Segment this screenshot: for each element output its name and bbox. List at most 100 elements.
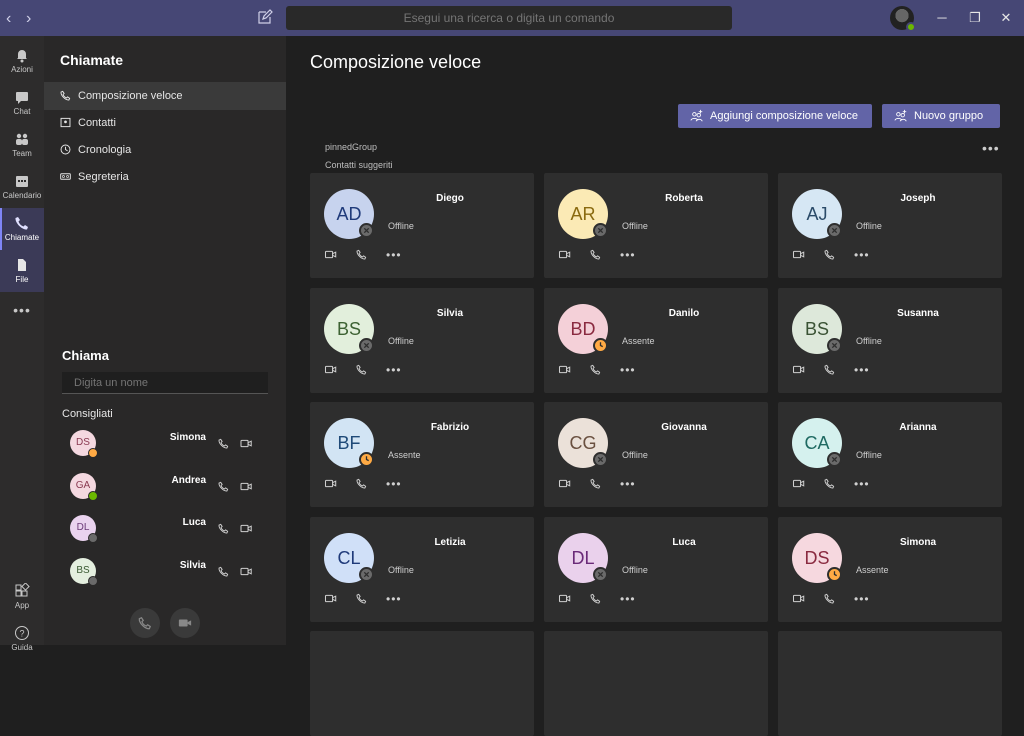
more-options-icon[interactable]: ••• bbox=[854, 363, 870, 377]
phone-icon[interactable] bbox=[590, 593, 601, 604]
phone-icon[interactable] bbox=[356, 249, 367, 260]
presence-status-text: Offline bbox=[856, 221, 882, 231]
contact-name: Danilo bbox=[668, 307, 700, 319]
phone-icon[interactable] bbox=[824, 593, 835, 604]
speed-dial-card[interactable] bbox=[544, 631, 768, 736]
suggested-contact[interactable]: BS Silvia bbox=[70, 557, 270, 588]
phone-icon[interactable] bbox=[218, 481, 229, 492]
forward-arrow-icon[interactable]: › bbox=[26, 10, 31, 28]
presence-status-icon bbox=[88, 575, 98, 586]
speed-dial-card[interactable]: BS Susanna Offline ••• bbox=[778, 287, 1002, 393]
video-camera-icon[interactable] bbox=[240, 566, 253, 577]
video-camera-icon[interactable] bbox=[558, 364, 572, 375]
sidebar-item-voicemail[interactable]: Segreteria bbox=[44, 163, 286, 191]
more-options-icon[interactable]: ••• bbox=[386, 363, 402, 377]
speed-dial-card[interactable]: CG Giovanna Offline ••• bbox=[544, 402, 768, 507]
more-options-icon[interactable]: ••• bbox=[982, 140, 1000, 156]
video-camera-icon[interactable] bbox=[558, 478, 572, 489]
more-options-icon[interactable]: ••• bbox=[386, 592, 402, 606]
more-options-icon[interactable]: ••• bbox=[854, 592, 870, 606]
add-speed-dial-button[interactable]: Aggiungi composizione veloce bbox=[678, 104, 872, 128]
restore-icon[interactable]: ❐ bbox=[967, 10, 983, 26]
video-camera-icon[interactable] bbox=[324, 364, 338, 375]
more-options-icon[interactable]: ••• bbox=[386, 248, 402, 262]
suggested-contacts-label: Contatti suggeriti bbox=[325, 160, 393, 170]
video-camera-icon[interactable] bbox=[792, 364, 806, 375]
rail-item-file[interactable]: File bbox=[0, 250, 44, 292]
phone-icon[interactable] bbox=[590, 249, 601, 260]
phone-icon[interactable] bbox=[824, 364, 835, 375]
compose-icon[interactable] bbox=[257, 9, 273, 25]
presence-status-text: Assente bbox=[622, 335, 655, 346]
clock-icon bbox=[60, 144, 71, 155]
audio-call-button[interactable] bbox=[130, 608, 160, 638]
back-arrow-icon[interactable]: ‹ bbox=[6, 10, 11, 28]
video-camera-icon[interactable] bbox=[324, 593, 338, 604]
suggested-contact[interactable]: GA Andrea bbox=[70, 472, 270, 503]
speed-dial-card[interactable]: AJ Joseph Offline ••• bbox=[778, 173, 1002, 278]
video-camera-icon[interactable] bbox=[240, 481, 253, 492]
rail-more-icon[interactable]: ••• bbox=[0, 296, 44, 338]
suggested-contact[interactable]: DS Simona bbox=[70, 430, 270, 460]
speed-dial-card[interactable]: CA Arianna Offline ••• bbox=[778, 402, 1002, 507]
speed-dial-card[interactable] bbox=[778, 631, 1002, 736]
rail-item-azioni[interactable]: Azioni bbox=[0, 40, 44, 82]
more-options-icon[interactable]: ••• bbox=[854, 477, 870, 491]
video-camera-icon[interactable] bbox=[240, 523, 253, 534]
more-options-icon[interactable]: ••• bbox=[854, 248, 870, 262]
rail-item-chiamate[interactable]: Chiamate bbox=[0, 208, 44, 250]
more-options-icon[interactable]: ••• bbox=[620, 477, 636, 491]
sidebar-item-speed-dial[interactable]: Composizione veloce bbox=[44, 82, 286, 110]
contact-name: Diego bbox=[436, 193, 464, 204]
phone-icon[interactable] bbox=[356, 478, 367, 489]
contact-name: Luca bbox=[182, 517, 206, 528]
video-call-button[interactable] bbox=[170, 608, 200, 638]
speed-dial-card[interactable]: DL Luca Offline ••• bbox=[544, 516, 768, 622]
phone-icon[interactable] bbox=[356, 364, 367, 375]
video-camera-icon[interactable] bbox=[240, 438, 253, 449]
speed-dial-card[interactable]: CL Letizia Offline ••• bbox=[310, 516, 534, 622]
speed-dial-card[interactable]: BF Fabrizio Assente ••• bbox=[310, 402, 534, 507]
video-camera-icon[interactable] bbox=[558, 249, 572, 260]
more-options-icon[interactable]: ••• bbox=[620, 248, 636, 262]
name-input[interactable] bbox=[62, 372, 268, 394]
rail-label: Chat bbox=[13, 107, 31, 116]
phone-icon[interactable] bbox=[590, 478, 601, 489]
phone-icon[interactable] bbox=[218, 438, 229, 449]
rail-item-app[interactable]: App bbox=[0, 576, 44, 618]
phone-icon[interactable] bbox=[356, 593, 367, 604]
close-icon[interactable]: ✕ bbox=[998, 10, 1014, 26]
phone-icon[interactable] bbox=[218, 523, 229, 534]
rail-item-team[interactable]: Team bbox=[0, 124, 44, 166]
video-camera-icon[interactable] bbox=[558, 593, 572, 604]
phone-icon[interactable] bbox=[824, 249, 835, 260]
minimize-icon[interactable]: ─ bbox=[934, 10, 950, 26]
rail-item-calendario[interactable]: Calendario bbox=[0, 166, 44, 208]
video-camera-icon[interactable] bbox=[792, 478, 806, 489]
speed-dial-card[interactable]: DS Simona Assente ••• bbox=[778, 516, 1002, 622]
search-input[interactable] bbox=[286, 6, 732, 30]
sidebar-item-history[interactable]: Cronologia bbox=[44, 136, 286, 164]
speed-dial-card[interactable]: BD Danilo Assente ••• bbox=[544, 287, 768, 393]
phone-icon[interactable] bbox=[590, 364, 601, 375]
new-group-button[interactable]: Nuovo gruppo bbox=[882, 104, 1000, 128]
sidebar-item-contacts[interactable]: Contatti bbox=[44, 109, 286, 137]
group-label: pinnedGroup bbox=[325, 142, 378, 152]
speed-dial-card[interactable]: BS Silvia Offline ••• bbox=[310, 287, 534, 393]
suggested-contact[interactable]: DL Luca bbox=[70, 515, 270, 545]
video-camera-icon[interactable] bbox=[324, 249, 338, 260]
video-camera-icon[interactable] bbox=[324, 478, 338, 489]
more-options-icon[interactable]: ••• bbox=[386, 477, 402, 491]
more-options-icon[interactable]: ••• bbox=[620, 592, 636, 606]
rail-item-guida[interactable]: ? Guida bbox=[0, 618, 44, 660]
phone-icon[interactable] bbox=[824, 478, 835, 489]
speed-dial-card[interactable]: AR Roberta Offline ••• bbox=[544, 173, 768, 278]
video-camera-icon[interactable] bbox=[792, 593, 806, 604]
speed-dial-card[interactable] bbox=[310, 631, 534, 736]
phone-icon[interactable] bbox=[218, 566, 229, 577]
profile-avatar[interactable] bbox=[890, 6, 916, 32]
rail-item-chat[interactable]: Chat bbox=[0, 82, 44, 124]
video-camera-icon[interactable] bbox=[792, 249, 806, 260]
speed-dial-card[interactable]: AD Diego Offline ••• bbox=[310, 173, 534, 278]
more-options-icon[interactable]: ••• bbox=[620, 363, 636, 377]
